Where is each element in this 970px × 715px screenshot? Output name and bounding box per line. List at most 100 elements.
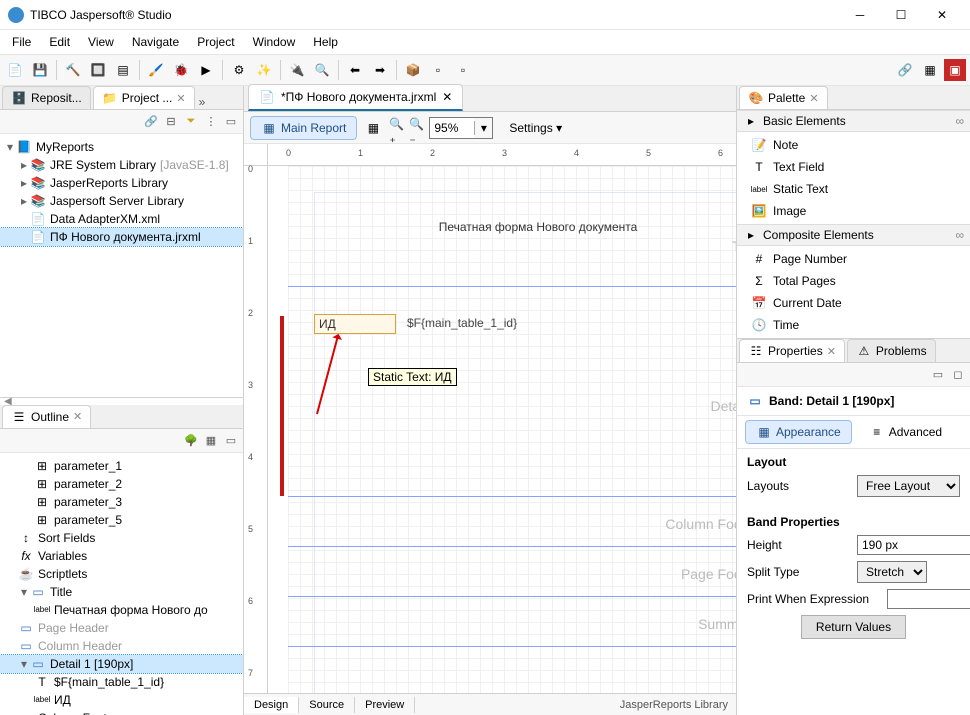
palette-item-textfield[interactable]: TText Field: [737, 156, 970, 178]
close-icon[interactable]: ✕: [73, 410, 82, 423]
datasource-button[interactable]: 🔌: [286, 59, 308, 81]
split-type-select[interactable]: Stretch: [857, 561, 927, 583]
prev-button[interactable]: ⬅: [344, 59, 366, 81]
close-icon[interactable]: ✕: [176, 92, 185, 105]
zoom-out-button[interactable]: 🔍₋: [409, 117, 425, 139]
palette-item-pagenumber[interactable]: #Page Number: [737, 248, 970, 270]
design-canvas[interactable]: Печатная форма Нового документа Title ИД…: [268, 166, 736, 693]
palette-item-statictext[interactable]: labelStatic Text: [737, 178, 970, 200]
outline-thumb-button[interactable]: ▦: [203, 432, 219, 448]
return-values-button[interactable]: Return Values: [801, 615, 906, 639]
minimize-outline-button[interactable]: ▭: [223, 432, 239, 448]
pwe-input[interactable]: [887, 589, 970, 609]
menu-navigate[interactable]: Navigate: [124, 32, 187, 52]
menu-edit[interactable]: Edit: [41, 32, 78, 52]
zoom-combo[interactable]: ▾: [429, 117, 493, 139]
save-button[interactable]: 💾: [29, 59, 51, 81]
tool-right-1[interactable]: 🔗: [894, 59, 916, 81]
static-text-element[interactable]: ИД: [314, 314, 396, 334]
tab-problems[interactable]: ⚠ Problems: [847, 339, 936, 362]
tab-repository[interactable]: 🗄️ Reposit...: [2, 86, 91, 109]
subtab-appearance[interactable]: ▦ Appearance: [745, 420, 852, 444]
next-button[interactable]: ➡: [369, 59, 391, 81]
tree-root[interactable]: ▾ 📘 MyReports: [0, 138, 243, 156]
tab-preview[interactable]: Preview: [355, 697, 415, 713]
maximize-props-button[interactable]: ◻: [950, 367, 966, 383]
maximize-button[interactable]: ☐: [881, 3, 921, 27]
close-icon[interactable]: ✕: [442, 90, 452, 104]
text-field-element[interactable]: $F{main_table_1_id}: [403, 314, 521, 332]
beetle-button[interactable]: 🐞: [170, 59, 192, 81]
tab-project-explorer[interactable]: 📁 Project ... ✕: [93, 86, 195, 109]
menu-view[interactable]: View: [80, 32, 122, 52]
outline-scriptlets[interactable]: ☕Scriptlets: [0, 565, 243, 583]
height-input[interactable]: [857, 535, 970, 555]
outline-static-el[interactable]: labelИД: [0, 691, 243, 709]
new-button[interactable]: 📄: [4, 59, 26, 81]
minimize-view-button[interactable]: ▭: [223, 114, 239, 130]
tree-item-serverlib[interactable]: ▸ 📚 Jaspersoft Server Library: [0, 192, 243, 210]
outline-field-el[interactable]: T$F{main_table_1_id}: [0, 673, 243, 691]
palette-item-currentdate[interactable]: 📅Current Date: [737, 292, 970, 314]
outline-variables[interactable]: fxVariables: [0, 547, 243, 565]
tab-palette[interactable]: 🎨 Palette ✕: [739, 86, 828, 109]
report-page[interactable]: Печатная форма Нового документа Title ИД…: [288, 166, 736, 693]
outline-page-header[interactable]: ▭Page Header: [0, 619, 243, 637]
ruler-vertical[interactable]: 01234567: [244, 166, 268, 693]
menu-help[interactable]: Help: [305, 32, 346, 52]
tab-design[interactable]: Design: [244, 697, 299, 713]
zoom-input[interactable]: [430, 118, 474, 138]
focus-button[interactable]: ⊟: [163, 114, 179, 130]
tree-item-report[interactable]: 📄 ПФ Нового документа.jrxml: [0, 228, 243, 246]
tree-item-jasperlib[interactable]: ▸ 📚 JasperReports Library: [0, 174, 243, 192]
paint-button[interactable]: 🖌️: [145, 59, 167, 81]
run-ext-button[interactable]: ⚙: [228, 59, 250, 81]
collapse-all-button[interactable]: 🔗: [143, 114, 159, 130]
build-button[interactable]: 🔨: [62, 59, 84, 81]
compile-sel-button[interactable]: ▫: [427, 59, 449, 81]
outline-item[interactable]: ⊞parameter_1: [0, 457, 243, 475]
outline-item[interactable]: ⊞parameter_5: [0, 511, 243, 529]
palette-item-image[interactable]: 🖼️Image: [737, 200, 970, 222]
filter-button[interactable]: ⏷: [183, 114, 199, 130]
outline-col-footer[interactable]: ▭Column Footer: [0, 709, 243, 715]
subtab-advanced[interactable]: ≡ Advanced: [858, 420, 953, 444]
tool-button-1[interactable]: 🔲: [87, 59, 109, 81]
settings-button[interactable]: Settings ▾: [501, 118, 570, 138]
close-icon[interactable]: ✕: [827, 345, 836, 358]
editor-tab-report[interactable]: 📄 *ПФ Нового документа.jrxml ✕: [248, 84, 463, 111]
search-button[interactable]: 🔍: [311, 59, 333, 81]
minimize-button[interactable]: ─: [840, 3, 880, 27]
palette-item-time[interactable]: 🕓Time: [737, 314, 970, 336]
tab-properties[interactable]: ☷ Properties ✕: [739, 339, 845, 362]
tool-right-2[interactable]: ▦: [919, 59, 941, 81]
outline-item[interactable]: ⊞parameter_3: [0, 493, 243, 511]
run-button[interactable]: ▶: [195, 59, 217, 81]
zoom-dropdown-button[interactable]: ▾: [474, 121, 492, 135]
tab-outline[interactable]: ☰ Outline ✕: [2, 405, 91, 428]
outline-col-header[interactable]: ▭Column Header: [0, 637, 243, 655]
menu-file[interactable]: File: [4, 32, 39, 52]
zoom-in-button[interactable]: 🔍₊: [389, 117, 405, 139]
outline-title[interactable]: ▾▭Title: [0, 583, 243, 601]
outline-sort-fields[interactable]: ↕Sort Fields: [0, 529, 243, 547]
view-menu-button[interactable]: ⋮: [203, 114, 219, 130]
ruler-horizontal[interactable]: 0123456: [268, 144, 736, 166]
menu-project[interactable]: Project: [189, 32, 242, 52]
dataset-button[interactable]: ▦: [365, 120, 381, 136]
compile-all-button[interactable]: ▫: [452, 59, 474, 81]
outline-tree[interactable]: ⊞parameter_1 ⊞parameter_2 ⊞parameter_3 ⊞…: [0, 453, 243, 715]
outline-detail[interactable]: ▾▭Detail 1 [190px]: [0, 655, 243, 673]
palette-group-basic[interactable]: ▸ Basic Elements ∞: [737, 110, 970, 132]
palette-item-totalpages[interactable]: ΣTotal Pages: [737, 270, 970, 292]
palette-group-composite[interactable]: ▸ Composite Elements ∞: [737, 224, 970, 246]
tree-item-adapter[interactable]: 📄 Data AdapterXM.xml: [0, 210, 243, 228]
title-element[interactable]: Печатная форма Нового документа: [288, 218, 736, 236]
main-report-dropdown[interactable]: ▦ Main Report: [250, 116, 357, 140]
publish-button[interactable]: 📦: [402, 59, 424, 81]
project-tree[interactable]: ▾ 📘 MyReports ▸ 📚 JRE System Library [Ja…: [0, 134, 243, 397]
minimize-props-button[interactable]: ▭: [930, 367, 946, 383]
outline-title-child[interactable]: labelПечатная форма Нового до: [0, 601, 243, 619]
palette-item-note[interactable]: 📝Note: [737, 134, 970, 156]
close-button[interactable]: ✕: [922, 3, 962, 27]
